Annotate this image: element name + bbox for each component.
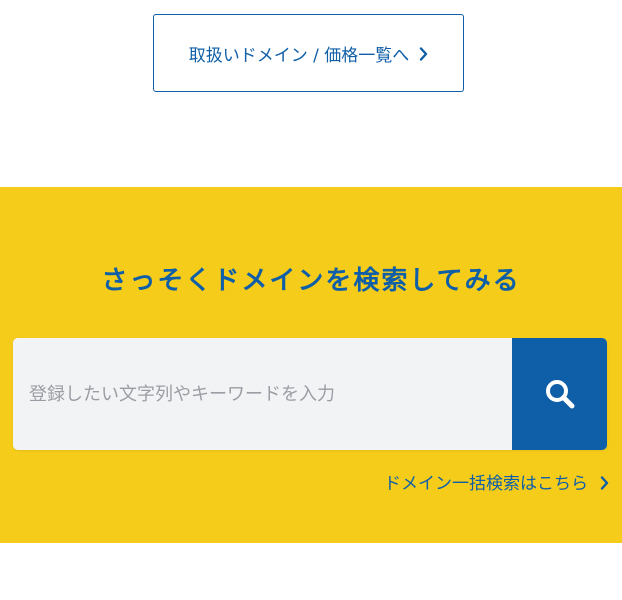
domain-price-list-label: 取扱いドメイン / 価格一覧へ <box>188 45 410 66</box>
bulk-search-link-label: ドメイン一括検索はこちら <box>384 474 588 494</box>
search-button[interactable] <box>512 338 607 450</box>
search-section-title: さっそくドメインを検索してみる <box>101 266 521 296</box>
search-icon <box>544 378 576 410</box>
bulk-domain-search-link[interactable]: ドメイン一括検索はこちら <box>384 469 609 494</box>
domain-search-section: さっそくドメインを検索してみる ドメイン一括検索はこちら <box>0 187 622 543</box>
chevron-right-icon <box>419 46 428 61</box>
chevron-right-icon <box>600 475 609 490</box>
domain-search-input[interactable] <box>13 338 511 450</box>
domain-price-list-button[interactable]: 取扱いドメイン / 価格一覧へ <box>153 14 464 92</box>
search-box <box>13 338 607 450</box>
page: 取扱いドメイン / 価格一覧へ さっそくドメインを検索してみる ドメイン一括検索… <box>0 0 622 600</box>
